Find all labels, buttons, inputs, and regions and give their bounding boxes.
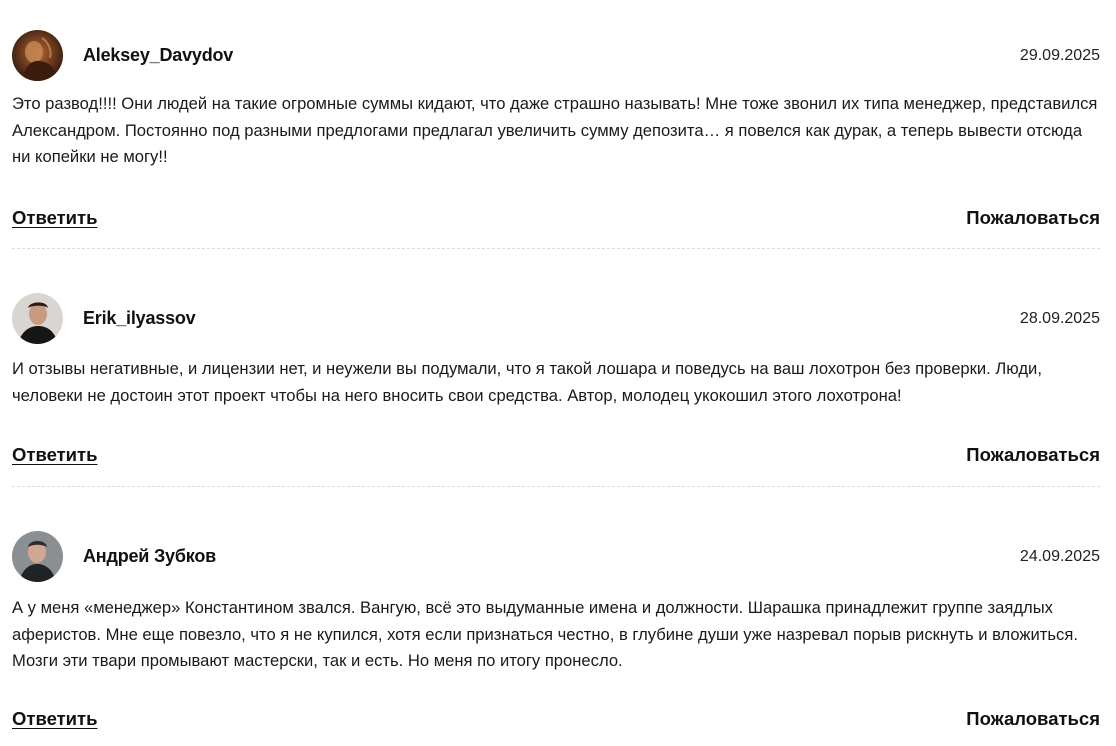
comment-divider bbox=[12, 248, 1100, 249]
comment-date: 29.09.2025 bbox=[1019, 47, 1100, 64]
comment-header: Андрей Зубков 24.09.2025 bbox=[12, 531, 1100, 583]
comment-item: Андрей Зубков 24.09.2025 А у меня «менед… bbox=[12, 531, 1100, 729]
user-photo-avatar-icon bbox=[12, 531, 63, 582]
reply-link[interactable]: Ответить bbox=[12, 444, 98, 466]
report-button[interactable]: Пожаловаться bbox=[966, 444, 1100, 466]
comment-author: Aleksey_Davydov bbox=[83, 45, 234, 65]
avatar[interactable] bbox=[12, 531, 63, 582]
user-photo-avatar-icon bbox=[12, 293, 63, 344]
report-button[interactable]: Пожаловаться bbox=[966, 708, 1100, 730]
reply-link[interactable]: Ответить bbox=[12, 207, 98, 229]
comment-text: Это развод!!!! Они людей на такие огромн… bbox=[12, 94, 1098, 166]
comment-header: Aleksey_Davydov 29.09.2025 bbox=[12, 30, 1100, 82]
comments-list: Aleksey_Davydov 29.09.2025 Это развод!!!… bbox=[0, 0, 1116, 746]
avatar[interactable] bbox=[12, 30, 63, 81]
report-button[interactable]: Пожаловаться bbox=[966, 207, 1100, 229]
comment-divider bbox=[12, 486, 1100, 487]
comment-text: А у меня «менеджер» Константином звался.… bbox=[12, 598, 1078, 670]
comment-author: Erik_ilyassov bbox=[83, 308, 196, 328]
comment-author: Андрей Зубков bbox=[83, 546, 217, 566]
reply-link[interactable]: Ответить bbox=[12, 708, 98, 730]
comment-date: 24.09.2025 bbox=[1019, 548, 1100, 565]
comment-header: Erik_ilyassov 28.09.2025 bbox=[12, 293, 1100, 345]
comment-item: Erik_ilyassov 28.09.2025 И отзывы негати… bbox=[12, 293, 1100, 465]
avatar[interactable] bbox=[12, 293, 63, 344]
user-photo-avatar-icon bbox=[12, 30, 63, 81]
comment-item: Aleksey_Davydov 29.09.2025 Это развод!!!… bbox=[12, 30, 1100, 228]
comment-text: И отзывы негативные, и лицензии нет, и н… bbox=[12, 359, 1042, 405]
comment-date: 28.09.2025 bbox=[1019, 310, 1100, 327]
